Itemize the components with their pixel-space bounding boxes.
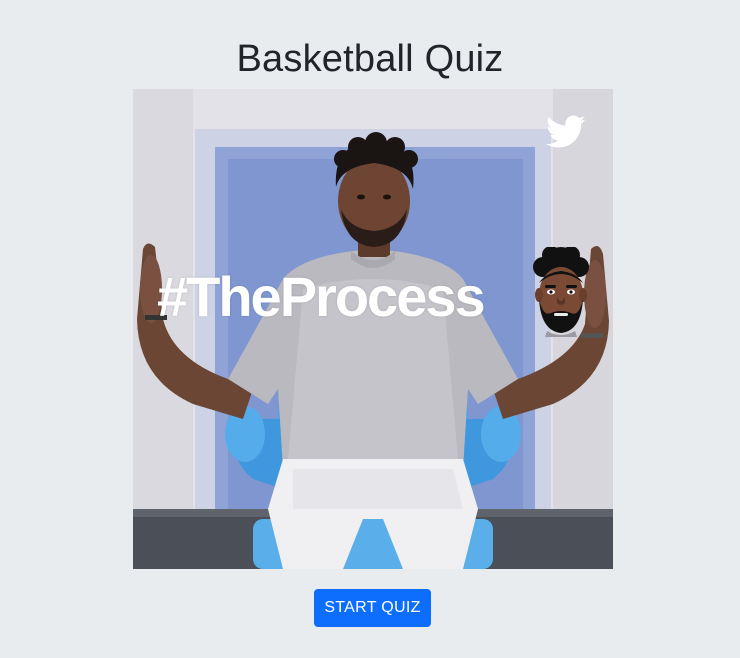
start-quiz-button[interactable]: START QUIZ — [314, 589, 431, 627]
hashtag-overlay-text: #TheProcess — [157, 265, 486, 328]
twitter-bird-icon — [546, 115, 586, 148]
player-face-emoji-icon — [533, 247, 589, 337]
page-title: Basketball Quiz — [236, 38, 504, 80]
quiz-page: Basketball Quiz #TheProcess START QUIZ — [0, 0, 740, 658]
quiz-hero-image: #TheProcess — [133, 89, 613, 569]
